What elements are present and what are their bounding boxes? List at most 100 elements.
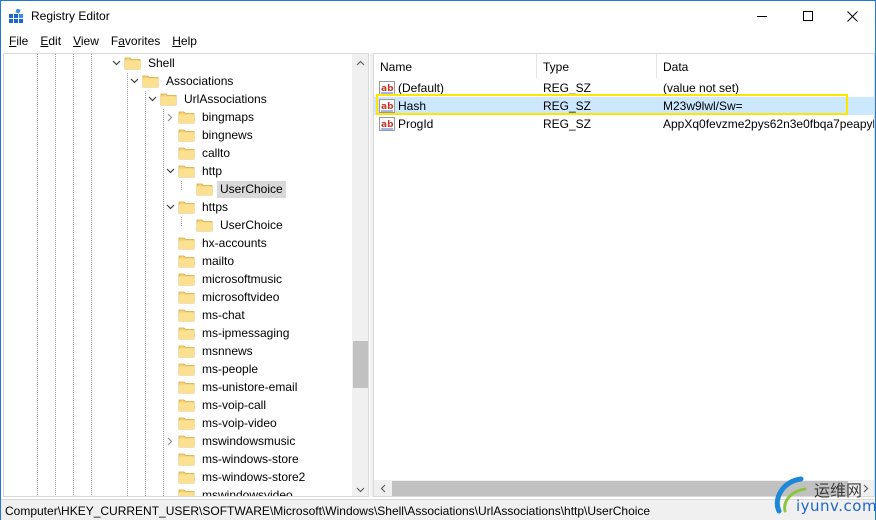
tree-item[interactable]: UserChoice: [180, 216, 286, 234]
tree-item-label: https: [202, 199, 229, 214]
menu-favorites-label: vorites: [124, 34, 161, 48]
tree-expand-chevron-down-icon[interactable]: [162, 198, 178, 216]
tree-expand-placeholder: [162, 450, 178, 468]
value-row[interactable]: ab (Default) REG_SZ (value not set): [374, 79, 874, 97]
tree-item[interactable]: UrlAssociations: [144, 90, 270, 108]
tree-expand-placeholder: [162, 396, 178, 414]
menu-file[interactable]: File: [3, 32, 34, 52]
column-header-type[interactable]: Type: [537, 54, 657, 78]
minimize-icon: [756, 16, 767, 17]
close-button[interactable]: [830, 1, 875, 31]
value-type: REG_SZ: [543, 99, 592, 113]
minimize-button[interactable]: [739, 1, 784, 31]
tree-item-label: mailto: [202, 253, 235, 268]
tree-expand-chevron-down-icon[interactable]: [126, 72, 142, 90]
folder-icon: [178, 326, 196, 340]
folder-icon: [178, 452, 196, 466]
registry-values-list[interactable]: Name Type Data ab (Default) REG_SZ (value n…: [373, 53, 875, 497]
tree-item[interactable]: hx-accounts: [162, 234, 270, 252]
tree-item[interactable]: ms-people: [162, 360, 261, 378]
tree-item[interactable]: Shell: [108, 54, 178, 72]
tree-item-label: microsoftmusic: [202, 271, 283, 286]
tree-item[interactable]: bingnews: [162, 126, 256, 144]
tree-expand-chevron-right-icon[interactable]: [162, 432, 178, 450]
folder-icon: [178, 380, 196, 394]
value-row[interactable]: ab Hash REG_SZ M23w9lwl/Sw=: [374, 97, 874, 115]
tree-item[interactable]: ms-unistore-email: [162, 378, 300, 396]
tree-item-label: ms-windows-store2: [202, 469, 306, 484]
scroll-left-arrow[interactable]: [374, 480, 391, 496]
tree-item[interactable]: https: [162, 198, 231, 216]
tree-item-label: ms-unistore-email: [202, 379, 298, 394]
menu-bar: File Edit View Favorites Help: [1, 32, 875, 52]
tree-item[interactable]: callto: [162, 144, 233, 162]
folder-icon: [178, 470, 196, 484]
tree-expand-chevron-down-icon[interactable]: [144, 90, 160, 108]
tree-item[interactable]: mailto: [162, 252, 237, 270]
tree-item[interactable]: bingmaps: [162, 108, 257, 126]
column-header-name[interactable]: Name: [374, 54, 537, 78]
registry-key-tree[interactable]: Shell Associations UrlAssociations bingmaps…: [3, 53, 369, 497]
tree-vertical-scrollbar[interactable]: [352, 54, 368, 496]
tree-item[interactable]: ms-voip-call: [162, 396, 269, 414]
folder-icon: [142, 74, 160, 88]
folder-icon: [178, 308, 196, 322]
title-bar[interactable]: Registry Editor: [1, 1, 875, 31]
scroll-up-arrow[interactable]: [352, 54, 368, 71]
tree-expand-placeholder: [162, 126, 178, 144]
tree-item-label: UserChoice: [220, 217, 283, 232]
menu-help-label: elp: [180, 34, 197, 48]
tree-item[interactable]: microsoftvideo: [162, 288, 282, 306]
registry-editor-icon: [9, 8, 24, 24]
tree-item[interactable]: http: [162, 162, 225, 180]
tree-item[interactable]: UserChoice: [180, 180, 286, 198]
tree-expand-chevron-down-icon[interactable]: [162, 162, 178, 180]
menu-view[interactable]: View: [67, 32, 105, 52]
tree-item[interactable]: microsoftmusic: [162, 270, 285, 288]
tree-expand-placeholder: [162, 234, 178, 252]
tree-item[interactable]: ms-voip-video: [162, 414, 280, 432]
maximize-button[interactable]: [785, 1, 830, 31]
window-title: Registry Editor: [31, 9, 110, 23]
menu-help-mnemonic: H: [172, 34, 181, 48]
menu-edit-label: dit: [48, 34, 62, 48]
tree-expand-placeholder: [162, 252, 178, 270]
folder-icon: [178, 110, 196, 124]
value-name: ProgId: [398, 117, 434, 131]
tree-item[interactable]: msnnews: [162, 342, 256, 360]
tree-item[interactable]: ms-ipmessaging: [162, 324, 292, 342]
watermark-text-domain: iyunv.com: [796, 497, 876, 515]
menu-file-label: ile: [16, 34, 29, 48]
tree-item-label: Associations: [166, 73, 234, 88]
tree-item-label: bingnews: [202, 127, 253, 142]
tree-expand-placeholder: [162, 324, 178, 342]
folder-icon: [178, 200, 196, 214]
tree-item-label: mswindowsmusic: [202, 433, 296, 448]
menu-view-label: iew: [80, 34, 99, 48]
value-name: Hash: [398, 99, 427, 113]
value-data: AppXq0fevzme2pys62n3e0fbqa7peapyk: [663, 117, 875, 131]
menu-favorites[interactable]: Favorites: [105, 32, 166, 52]
value-row[interactable]: ab ProgId REG_SZ AppXq0fevzme2pys62n3e0fbqa…: [374, 115, 875, 133]
tree-item[interactable]: Associations: [126, 72, 236, 90]
tree-expand-chevron-right-icon[interactable]: [162, 108, 178, 126]
tree-item[interactable]: mswindowsmusic: [162, 432, 298, 450]
folder-icon: [178, 344, 196, 358]
menu-view-mnemonic: V: [73, 34, 81, 48]
tree-item[interactable]: ms-windows-store2: [162, 468, 308, 486]
scroll-down-arrow[interactable]: [352, 481, 368, 496]
column-header-data[interactable]: Data: [657, 54, 874, 78]
tree-item[interactable]: mswindowsvideo: [162, 486, 296, 496]
menu-edit[interactable]: Edit: [34, 32, 67, 52]
tree-expand-chevron-down-icon[interactable]: [108, 54, 124, 72]
tree-item[interactable]: ms-windows-store: [162, 450, 302, 468]
tree-scroll-thumb[interactable]: [353, 341, 368, 388]
folder-icon: [160, 92, 178, 106]
close-icon: [847, 10, 858, 22]
folder-icon: [196, 182, 214, 196]
tree-item[interactable]: ms-chat: [162, 306, 248, 324]
menu-help[interactable]: Help: [166, 32, 203, 52]
tree-item-label: http: [202, 163, 223, 178]
folder-icon: [178, 434, 196, 448]
string-value-icon: ab: [379, 99, 395, 113]
